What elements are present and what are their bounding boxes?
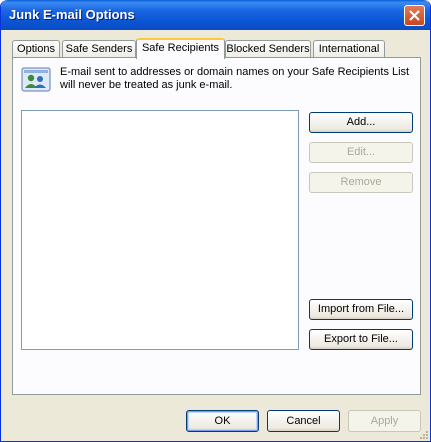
info-text: E-mail sent to addresses or domain names… <box>60 66 410 91</box>
junk-email-options-dialog: Junk E-mail Options Options Safe Senders… <box>0 0 431 442</box>
tab-blocked-senders[interactable]: Blocked Senders <box>225 40 311 58</box>
close-icon <box>409 10 420 21</box>
import-from-file-button[interactable]: Import from File... <box>309 299 413 320</box>
export-to-file-button[interactable]: Export to File... <box>309 329 413 350</box>
close-button[interactable] <box>404 5 425 26</box>
tab-options[interactable]: Options <box>12 40 60 58</box>
cancel-button[interactable]: Cancel <box>267 410 340 432</box>
safe-recipients-panel: E-mail sent to addresses or domain names… <box>12 57 421 395</box>
tab-safe-senders[interactable]: Safe Senders <box>62 40 136 58</box>
safe-recipients-list[interactable] <box>21 110 299 350</box>
add-button[interactable]: Add... <box>309 112 413 133</box>
title-bar[interactable]: Junk E-mail Options <box>1 0 430 30</box>
edit-button[interactable]: Edit... <box>309 142 413 163</box>
ok-button[interactable]: OK <box>186 410 259 432</box>
window-title: Junk E-mail Options <box>9 7 135 22</box>
tab-international[interactable]: International <box>313 40 385 58</box>
remove-button[interactable]: Remove <box>309 172 413 193</box>
apply-button[interactable]: Apply <box>348 410 421 432</box>
resize-grip-icon[interactable] <box>418 429 428 439</box>
tab-safe-recipients[interactable]: Safe Recipients <box>136 38 225 59</box>
contacts-icon <box>21 67 51 92</box>
